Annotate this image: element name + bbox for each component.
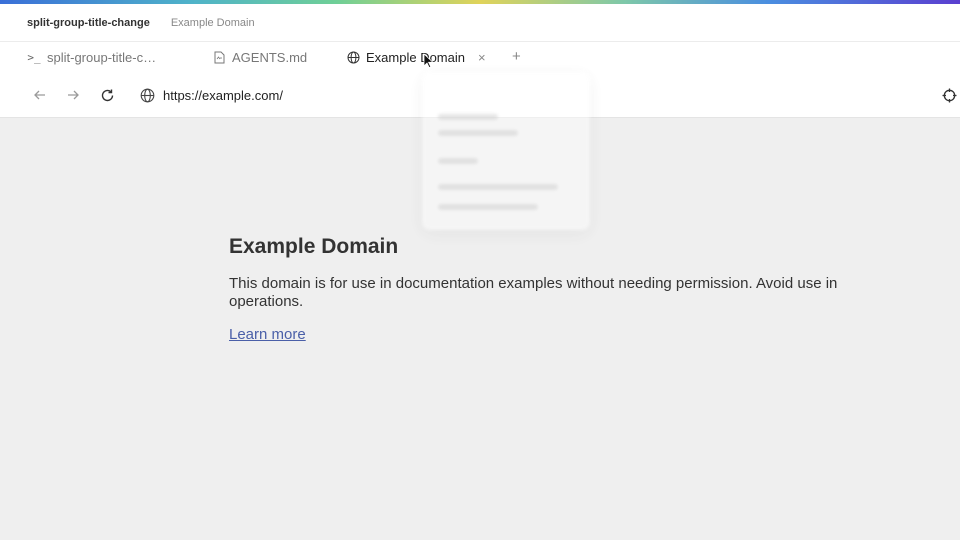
tab-label: split-group-title-c… — [47, 49, 157, 65]
breadcrumb-workspace[interactable]: split-group-title-change — [27, 17, 150, 29]
fading-tab-menu — [422, 72, 590, 230]
tab-terminal[interactable]: >_ split-group-title-c… — [27, 42, 156, 72]
tab-agents-md[interactable]: AGENTS.md — [212, 42, 307, 72]
file-icon — [212, 51, 226, 64]
terminal-icon: >_ — [27, 50, 41, 64]
globe-icon — [140, 88, 155, 102]
learn-more-link[interactable]: Learn more — [229, 326, 306, 343]
mouse-cursor-icon — [423, 53, 435, 69]
tab-close-button[interactable]: × — [478, 50, 486, 65]
crosshair-icon — [942, 88, 956, 102]
title-bar: split-group-title-change Example Domain — [0, 4, 960, 42]
arrow-left-icon — [34, 90, 45, 100]
page-paragraph: This domain is for use in documentation … — [229, 275, 838, 310]
inspect-button[interactable] — [938, 84, 960, 106]
new-tab-button[interactable]: + — [512, 48, 521, 65]
tab-label: AGENTS.md — [232, 49, 308, 65]
reload-icon — [101, 89, 113, 101]
tab-example-domain[interactable]: Example Domain — [346, 42, 465, 72]
page-heading: Example Domain — [229, 235, 399, 258]
back-button[interactable] — [29, 84, 51, 106]
tab-strip: >_ split-group-title-c… AGENTS.md Exampl… — [0, 42, 960, 72]
tab-label: Example Domain — [366, 49, 465, 65]
breadcrumb-page[interactable]: Example Domain — [171, 17, 255, 29]
reload-button[interactable] — [96, 84, 118, 106]
globe-icon — [346, 51, 360, 64]
arrow-right-icon — [68, 90, 79, 100]
forward-button[interactable] — [62, 84, 84, 106]
